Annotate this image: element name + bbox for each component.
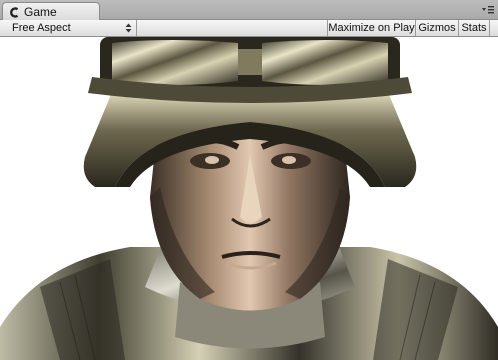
game-view-icon xyxy=(8,6,20,18)
aspect-dropdown[interactable]: Free Aspect xyxy=(6,20,137,36)
tab-menu-icon[interactable] xyxy=(480,4,496,16)
game-viewport[interactable] xyxy=(0,37,498,360)
gizmos-button[interactable]: Gizmos xyxy=(415,20,458,36)
dropdown-arrows-icon xyxy=(125,22,132,34)
aspect-dropdown-value: Free Aspect xyxy=(12,22,71,34)
game-toolbar: Free Aspect Maximize on Play Gizmos Stat… xyxy=(0,20,498,37)
tab-game[interactable]: Game xyxy=(2,2,100,21)
tab-strip: Game xyxy=(0,0,498,21)
maximize-on-play-toggle[interactable]: Maximize on Play xyxy=(327,20,415,36)
rendered-scene xyxy=(0,37,498,360)
stats-button[interactable]: Stats xyxy=(458,20,490,36)
tab-label: Game xyxy=(24,5,57,19)
